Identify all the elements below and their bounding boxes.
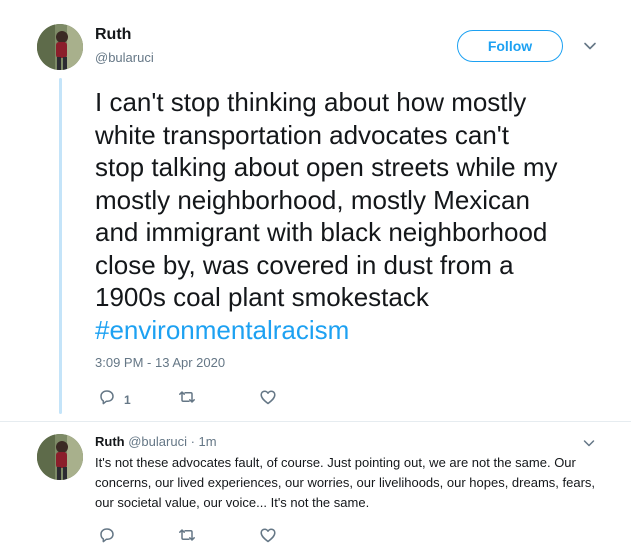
- author-handle[interactable]: @bularuci: [95, 50, 154, 65]
- author-name[interactable]: Ruth: [95, 26, 131, 44]
- reply-icon: [98, 526, 116, 549]
- hashtag-link[interactable]: #environmentalracism: [95, 315, 349, 345]
- retweet-button[interactable]: [178, 526, 196, 549]
- chevron-down-icon[interactable]: [582, 38, 598, 54]
- chevron-down-icon[interactable]: [582, 436, 596, 450]
- reply-time[interactable]: 1m: [199, 434, 217, 449]
- reply-count: 1: [124, 392, 131, 407]
- avatar-photo: [37, 434, 83, 480]
- reply-button[interactable]: [98, 526, 116, 549]
- like-button[interactable]: [259, 388, 277, 411]
- follow-button[interactable]: Follow: [457, 30, 563, 62]
- tweet-body: I can't stop thinking about how mostly w…: [95, 87, 558, 312]
- tweet-text: I can't stop thinking about how mostly w…: [95, 86, 615, 346]
- retweet-icon: [178, 388, 196, 411]
- tweet-timestamp[interactable]: 3:09 PM - 13 Apr 2020: [95, 355, 225, 370]
- avatar-photo: [37, 24, 83, 70]
- like-icon: [259, 388, 277, 411]
- reply-header: Ruth @bularuci · 1m: [95, 434, 217, 449]
- like-icon: [259, 526, 277, 549]
- retweet-button[interactable]: [178, 388, 196, 411]
- reply-text: It's not these advocates fault, of cours…: [95, 455, 596, 510]
- reply-icon: [98, 388, 116, 411]
- reply-separator: ·: [186, 434, 199, 449]
- thread-connector-line: [59, 78, 62, 414]
- reply-avatar[interactable]: [37, 434, 83, 480]
- divider: [0, 421, 631, 422]
- like-button[interactable]: [259, 526, 277, 549]
- avatar[interactable]: [37, 24, 83, 70]
- reply-button[interactable]: 1: [98, 388, 131, 411]
- reply-author-name[interactable]: Ruth: [95, 434, 125, 449]
- reply-author-handle[interactable]: @bularuci: [128, 434, 187, 449]
- retweet-icon: [178, 526, 196, 549]
